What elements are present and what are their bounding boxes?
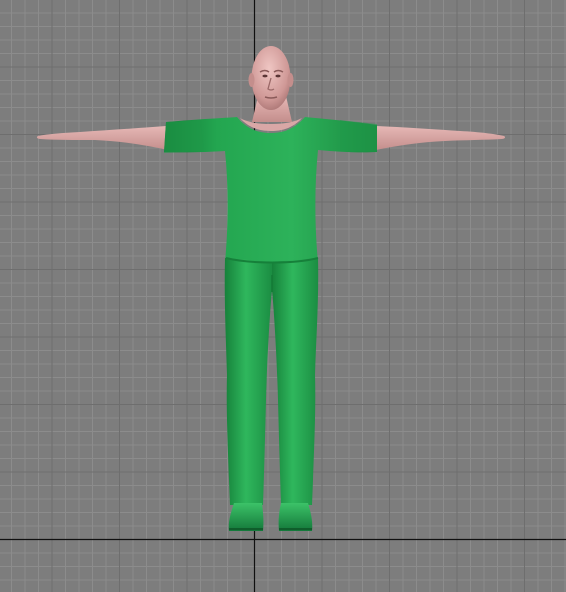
left-forearm-skin [36, 126, 169, 150]
shoes[interactable] [228, 503, 313, 531]
right-ear [287, 73, 294, 87]
3d-viewport[interactable] [0, 0, 566, 592]
character-model[interactable] [0, 0, 566, 592]
left-eye [262, 74, 268, 78]
right-sleeve [340, 120, 377, 152]
right-arm[interactable] [375, 126, 506, 150]
left-sleeve [164, 120, 204, 153]
right-forearm-skin [375, 126, 506, 150]
pants[interactable] [224, 257, 319, 505]
left-ear [248, 73, 255, 87]
right-eye [275, 74, 281, 78]
left-pant-leg [224, 258, 272, 505]
left-shoe [228, 503, 264, 531]
right-shoe [278, 503, 313, 531]
left-arm[interactable] [36, 126, 169, 150]
shirt[interactable] [164, 117, 377, 267]
right-pant-leg [272, 258, 319, 505]
